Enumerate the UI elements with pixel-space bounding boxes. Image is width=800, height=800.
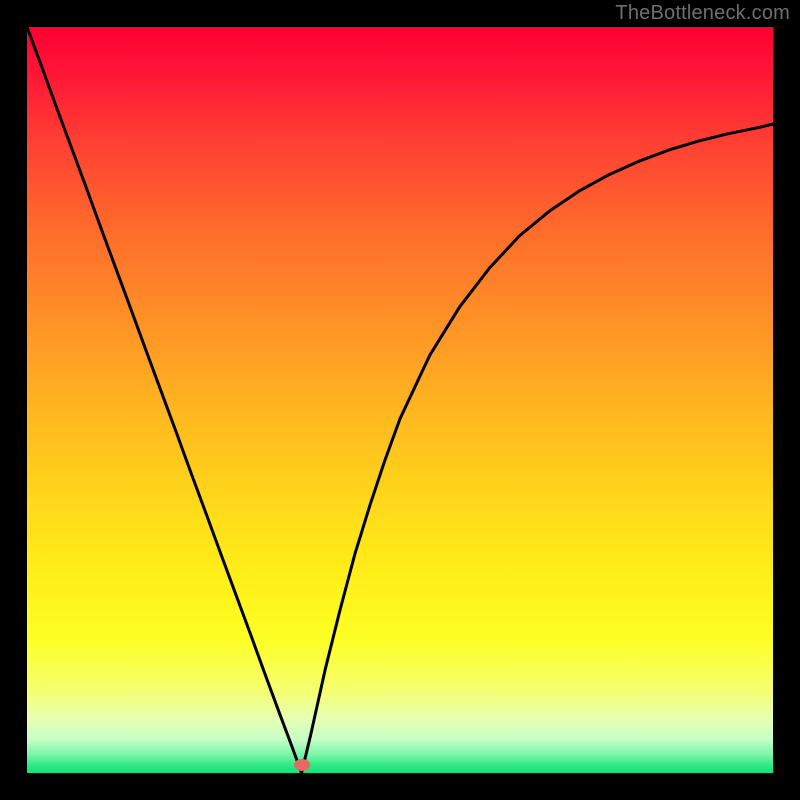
plot-area <box>27 27 773 773</box>
watermark-text: TheBottleneck.com <box>615 2 790 25</box>
chart-stage: TheBottleneck.com <box>0 0 800 800</box>
chart-svg <box>0 0 800 800</box>
min-marker <box>294 759 310 771</box>
